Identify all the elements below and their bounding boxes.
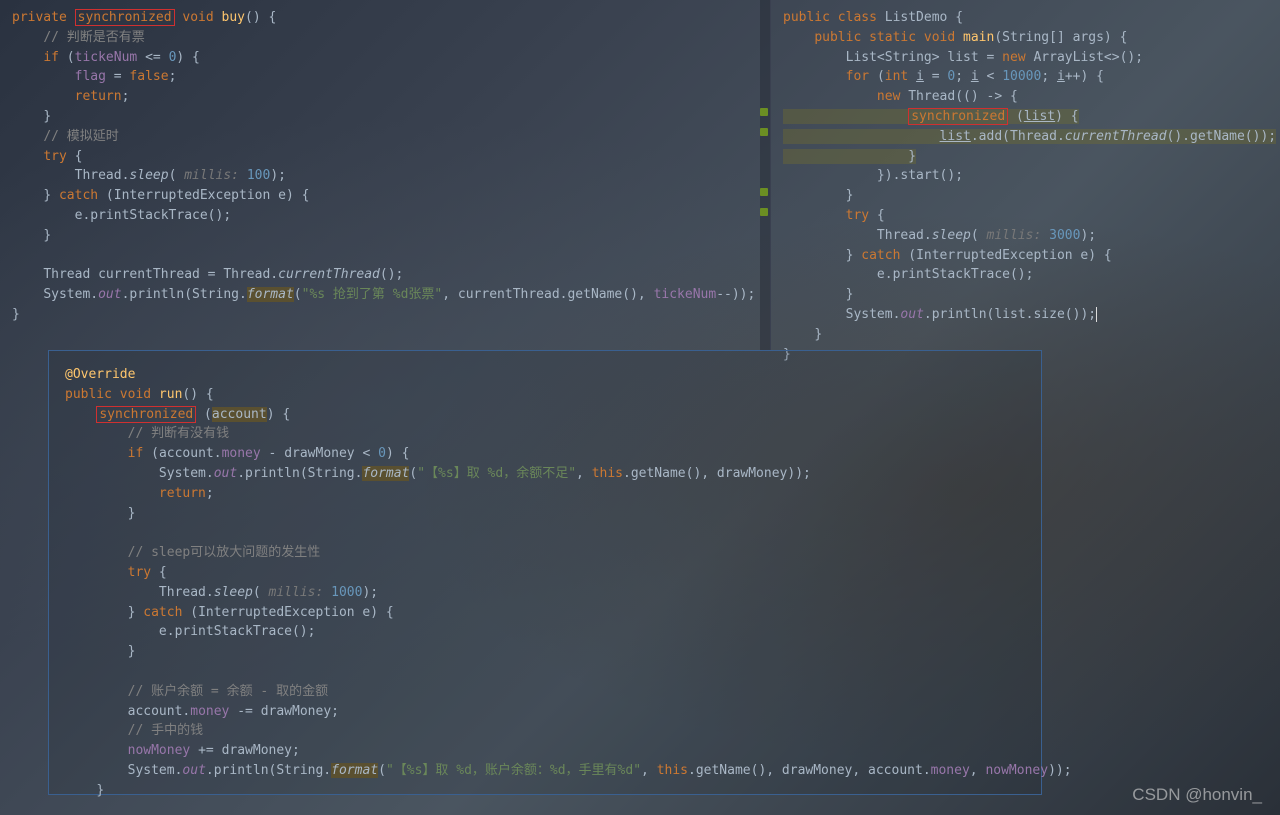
keyword-private: private — [12, 10, 67, 25]
code-block[interactable]: public class ListDemo { public static vo… — [783, 8, 1268, 364]
comment: // 手中的钱 — [128, 723, 203, 738]
comment: // 账户余额 = 余额 - 取的金额 — [128, 684, 328, 699]
comment: // 判断有没有钱 — [128, 426, 229, 441]
code-panel-left-top[interactable]: private synchronized void buy() { // 判断是… — [0, 0, 760, 340]
watermark: CSDN @honvin_ — [1132, 785, 1262, 805]
code-panel-bottom[interactable]: @Override public void run() { synchroniz… — [48, 350, 1042, 795]
gutter-mark-icon — [760, 108, 768, 116]
method-name: buy — [222, 10, 245, 25]
gutter — [760, 0, 770, 350]
gutter-mark-icon — [760, 188, 768, 196]
comment: // 判断是否有票 — [43, 30, 144, 45]
code-panel-right[interactable]: public class ListDemo { public static vo… — [770, 0, 1280, 350]
keyword-synchronized-highlighted: synchronized — [908, 108, 1008, 125]
keyword-synchronized-highlighted: synchronized — [96, 406, 196, 423]
comment: // 模拟延时 — [43, 129, 118, 144]
code-block[interactable]: private synchronized void buy() { // 判断是… — [12, 8, 748, 325]
code-block[interactable]: @Override public void run() { synchroniz… — [65, 365, 1025, 801]
gutter-mark-icon — [760, 128, 768, 136]
comment: // sleep可以放大问题的发生性 — [128, 545, 321, 560]
annotation-override: @Override — [65, 367, 135, 382]
keyword-void: void — [182, 10, 213, 25]
gutter-mark-icon — [760, 208, 768, 216]
keyword-synchronized-highlighted: synchronized — [75, 9, 175, 26]
